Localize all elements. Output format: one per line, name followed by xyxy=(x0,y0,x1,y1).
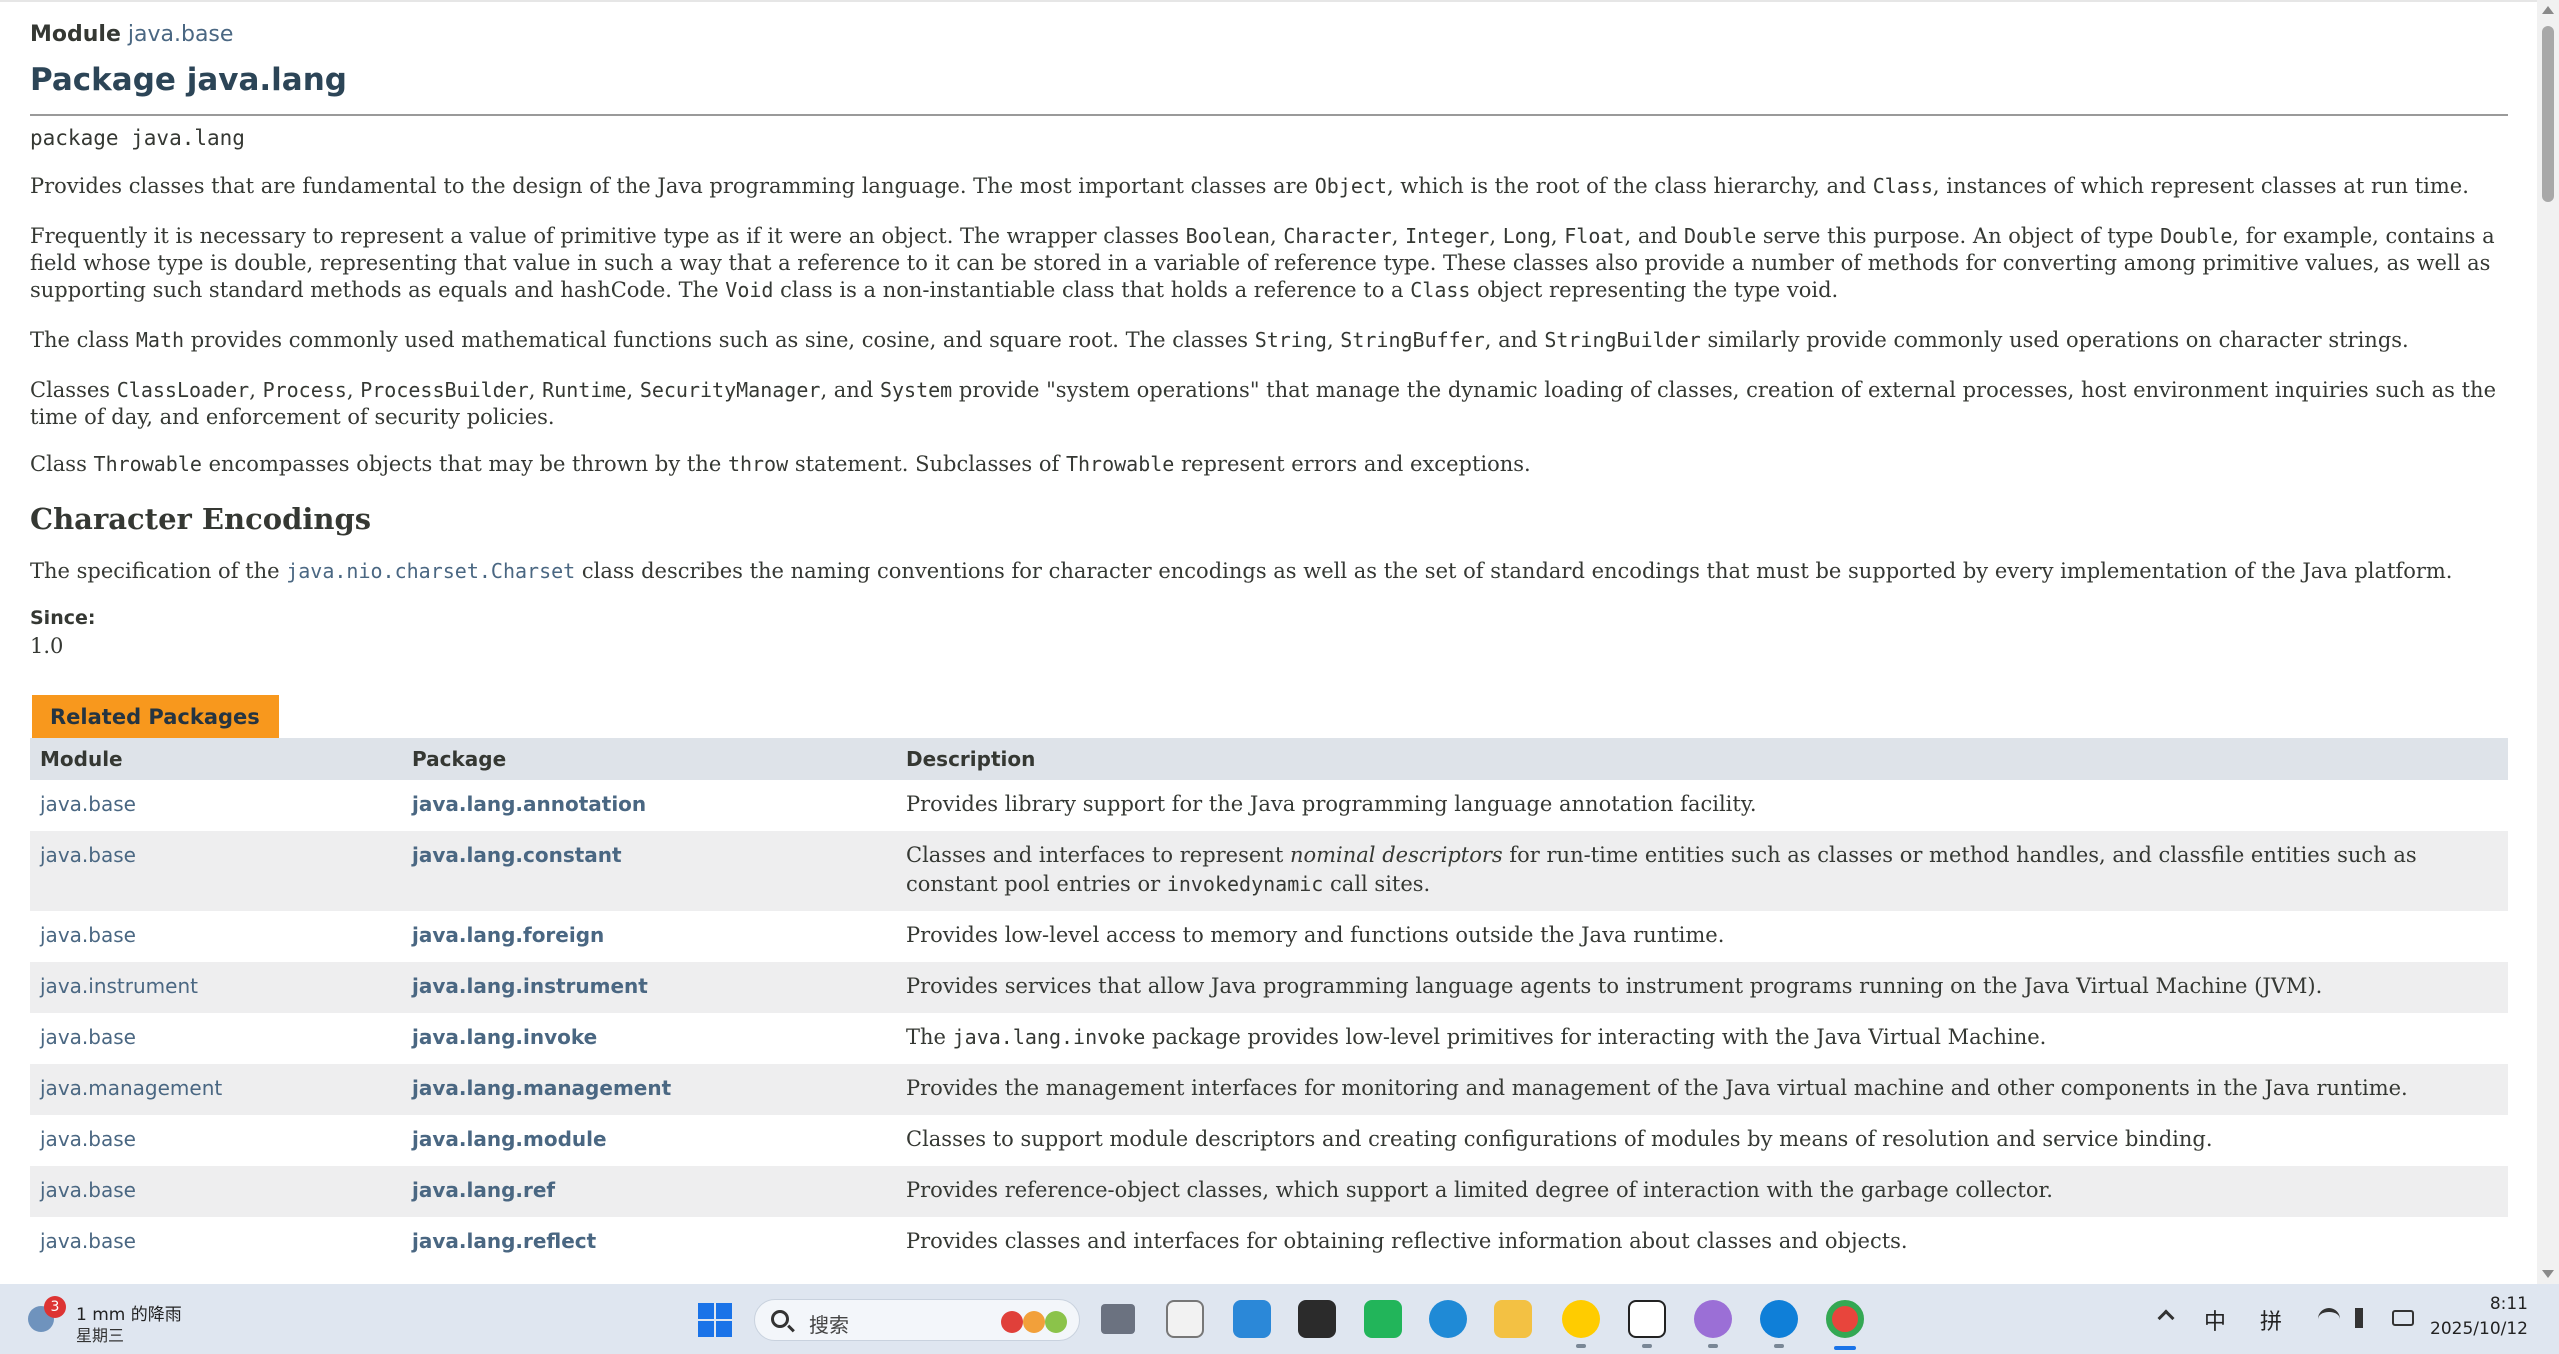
table-row: java.base java.lang.reflect Provides cla… xyxy=(30,1217,2508,1268)
description-paragraph-1: Provides classes that are fundamental to… xyxy=(30,174,2469,198)
app-icon[interactable] xyxy=(1233,1300,1271,1338)
package-declaration: package java.lang xyxy=(30,126,245,150)
module-link[interactable]: java.base xyxy=(40,792,136,816)
clock-time[interactable]: 8:11 xyxy=(2448,1294,2528,1314)
package-link[interactable]: java.lang.management xyxy=(412,1076,671,1100)
module-link[interactable]: java.instrument xyxy=(40,974,198,998)
browser-viewport: Module java.base Package java.lang packa… xyxy=(0,0,2537,1284)
fruit-icon xyxy=(1001,1311,1023,1333)
show-hidden-icons-icon[interactable] xyxy=(2157,1309,2175,1327)
package-link[interactable]: java.lang.reflect xyxy=(412,1229,596,1253)
fruit-icon xyxy=(1023,1311,1045,1333)
windows-taskbar: 3 1 mm 的降雨 星期三 搜索 中 拼 8:11 2025/10/12 xyxy=(0,1284,2559,1354)
package-link[interactable]: java.lang.ref xyxy=(412,1178,555,1202)
description-paragraph-2: Frequently it is necessary to represent … xyxy=(30,224,2495,302)
table-header-row: Module Package Description xyxy=(30,738,2508,780)
module-link[interactable]: java.base xyxy=(40,1025,136,1049)
related-packages-tab[interactable]: Related Packages xyxy=(32,695,279,738)
package-description: Provides services that allow Java progra… xyxy=(896,962,2508,1013)
fruit-icon xyxy=(1045,1311,1067,1333)
table-row: java.base java.lang.invoke The java.lang… xyxy=(30,1013,2508,1064)
task-view-icon[interactable] xyxy=(1101,1304,1135,1334)
module-link[interactable]: java.base xyxy=(40,1127,136,1151)
module-link[interactable]: java.base xyxy=(40,843,136,867)
package-link[interactable]: java.lang.constant xyxy=(412,843,622,867)
module-link[interactable]: java.management xyxy=(40,1076,222,1100)
vertical-scrollbar[interactable] xyxy=(2537,0,2559,1284)
ime-indicator[interactable]: 拼 xyxy=(2260,1304,2282,1336)
charset-link[interactable]: java.nio.charset.Charset xyxy=(286,559,575,583)
module-line: Module java.base xyxy=(30,22,233,47)
character-encodings-heading: Character Encodings xyxy=(30,502,372,536)
start-button[interactable] xyxy=(698,1303,732,1337)
module-label: Module xyxy=(30,22,121,47)
store-icon[interactable] xyxy=(1166,1300,1204,1338)
package-link[interactable]: java.lang.invoke xyxy=(412,1025,597,1049)
app-icon[interactable] xyxy=(1364,1300,1402,1338)
search-placeholder: 搜索 xyxy=(809,1313,849,1337)
qq-icon[interactable] xyxy=(1628,1300,1666,1338)
table-row: java.base java.lang.module Classes to su… xyxy=(30,1115,2508,1166)
package-link[interactable]: java.lang.foreign xyxy=(412,923,604,947)
module-link[interactable]: java.base xyxy=(40,1229,136,1253)
col-header-package: Package xyxy=(402,738,896,780)
table-row: java.instrument java.lang.instrument Pro… xyxy=(30,962,2508,1013)
package-link[interactable]: java.lang.instrument xyxy=(412,974,648,998)
scroll-up-arrow-icon[interactable] xyxy=(2542,6,2554,14)
table-row: java.management java.lang.management Pro… xyxy=(30,1064,2508,1115)
app-icon[interactable] xyxy=(1298,1300,1336,1338)
description-paragraph-6: The specification of the java.nio.charse… xyxy=(30,559,2453,583)
module-link[interactable]: java.base xyxy=(40,1178,136,1202)
module-link[interactable]: java.base xyxy=(40,923,136,947)
package-description: Provides library support for the Java pr… xyxy=(896,780,2508,831)
description-paragraph-4: Classes ClassLoader, Process, ProcessBui… xyxy=(30,378,2496,429)
package-description: Classes to support module descriptors an… xyxy=(896,1115,2508,1166)
table-row: java.base java.lang.constant Classes and… xyxy=(30,831,2508,911)
weather-widget[interactable]: 3 1 mm 的降雨 星期三 xyxy=(24,1296,204,1345)
package-description: The java.lang.invoke package provides lo… xyxy=(896,1013,2508,1064)
col-header-module: Module xyxy=(30,738,402,780)
scrollbar-thumb[interactable] xyxy=(2542,26,2554,202)
package-link[interactable]: java.lang.annotation xyxy=(412,792,646,816)
notification-badge: 3 xyxy=(44,1296,66,1318)
chrome-icon[interactable] xyxy=(1826,1300,1864,1338)
clock-date[interactable]: 2025/10/12 xyxy=(2410,1319,2528,1339)
taskbar-search[interactable]: 搜索 xyxy=(754,1299,1080,1341)
package-description: Provides classes and interfaces for obta… xyxy=(896,1217,2508,1268)
wifi-icon[interactable] xyxy=(2318,1308,2340,1328)
description-paragraph-3: The class Math provides commonly used ma… xyxy=(30,328,2409,352)
scroll-down-arrow-icon[interactable] xyxy=(2542,1270,2554,1278)
app-icon[interactable] xyxy=(1562,1300,1600,1338)
package-description: Classes and interfaces to represent nomi… xyxy=(896,831,2508,911)
table-row: java.base java.lang.ref Provides referen… xyxy=(30,1166,2508,1217)
search-icon xyxy=(771,1310,789,1328)
module-link[interactable]: java.base xyxy=(128,22,234,47)
since-value: 1.0 xyxy=(30,634,64,658)
cat-app-icon[interactable] xyxy=(1694,1300,1732,1338)
edge-ai-icon[interactable] xyxy=(1429,1300,1467,1338)
package-description: Provides the management interfaces for m… xyxy=(896,1064,2508,1115)
related-packages-table: Module Package Description java.base jav… xyxy=(30,738,2508,1268)
col-header-description: Description xyxy=(896,738,2508,780)
since-label: Since: xyxy=(30,607,96,629)
edge-icon[interactable] xyxy=(1760,1300,1798,1338)
file-explorer-icon[interactable] xyxy=(1494,1300,1532,1338)
package-link[interactable]: java.lang.module xyxy=(412,1127,607,1151)
description-paragraph-5: Class Throwable encompasses objects that… xyxy=(30,452,1531,476)
table-row: java.base java.lang.foreign Provides low… xyxy=(30,911,2508,962)
package-description: Provides reference-object classes, which… xyxy=(896,1166,2508,1217)
language-indicator[interactable]: 中 xyxy=(2204,1304,2226,1336)
table-row: java.base java.lang.annotation Provides … xyxy=(30,780,2508,831)
weather-day: 星期三 xyxy=(76,1326,125,1345)
title-divider xyxy=(30,114,2508,116)
windows-logo-icon xyxy=(698,1303,714,1319)
page-title: Package java.lang xyxy=(30,62,347,98)
volume-icon[interactable] xyxy=(2355,1308,2377,1328)
package-description: Provides low-level access to memory and … xyxy=(896,911,2508,962)
